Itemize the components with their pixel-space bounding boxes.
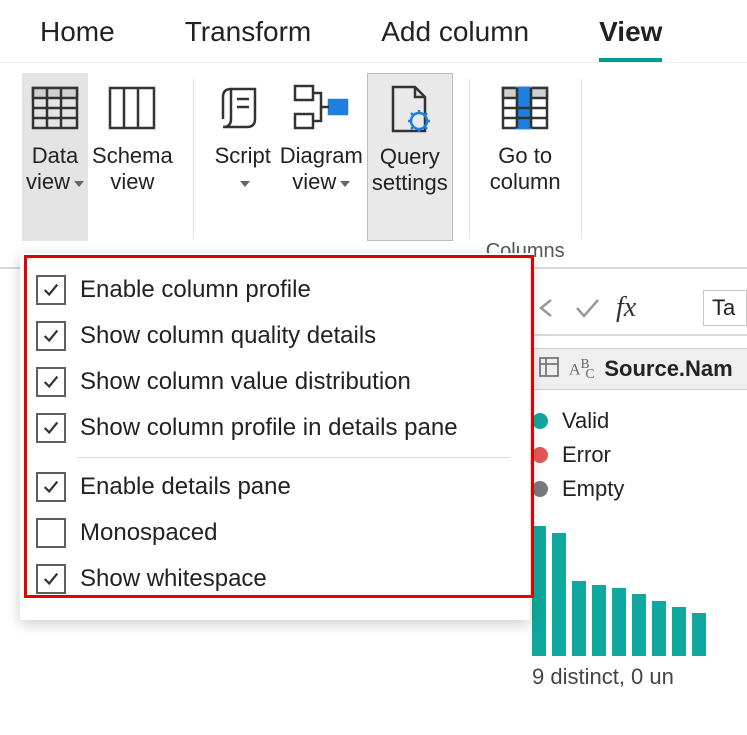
distribution-chart bbox=[532, 516, 747, 656]
chart-bar bbox=[652, 601, 666, 656]
chevron-down-icon bbox=[240, 181, 250, 187]
script-label: Script bbox=[215, 143, 271, 196]
opt-label: Show column profile in details pane bbox=[80, 414, 458, 442]
ribbon: Data view Schema view bbox=[0, 63, 747, 269]
opt-label: Show whitespace bbox=[80, 565, 267, 593]
query-settings-icon bbox=[381, 80, 439, 138]
column-name: Source.Nam bbox=[604, 356, 732, 382]
opt-enable-details-pane[interactable]: Enable details pane bbox=[30, 464, 520, 510]
table-icon bbox=[539, 357, 559, 382]
tab-bar: Home Transform Add column View bbox=[0, 0, 747, 63]
ribbon-group-script: Script Diagram view bbox=[204, 73, 459, 263]
chart-bar bbox=[572, 581, 586, 656]
chart-bar bbox=[692, 613, 706, 656]
diagram-view-icon bbox=[292, 79, 350, 137]
schema-view-label: Schema view bbox=[92, 143, 173, 196]
text-type-icon: ABC bbox=[569, 356, 594, 383]
opt-show-whitespace[interactable]: Show whitespace bbox=[30, 556, 520, 602]
checkbox-icon[interactable] bbox=[36, 472, 66, 502]
legend-empty: Empty bbox=[532, 476, 747, 502]
opt-label: Show column value distribution bbox=[80, 368, 411, 396]
opt-label: Show column quality details bbox=[80, 322, 376, 350]
ribbon-group-views: Data view Schema view bbox=[16, 73, 183, 263]
data-view-label: Data view bbox=[26, 143, 84, 196]
go-to-column-label: Go to column bbox=[490, 143, 561, 196]
checkbox-icon[interactable] bbox=[36, 518, 66, 548]
opt-enable-column-profile[interactable]: Enable column profile bbox=[30, 267, 520, 313]
checkbox-icon[interactable] bbox=[36, 413, 66, 443]
opt-monospaced[interactable]: Monospaced bbox=[30, 510, 520, 556]
checkbox-icon[interactable] bbox=[36, 321, 66, 351]
checkbox-icon[interactable] bbox=[36, 367, 66, 397]
checkbox-icon[interactable] bbox=[36, 564, 66, 594]
column-header[interactable]: ABC Source.Nam bbox=[532, 348, 747, 390]
fx-icon[interactable]: fx bbox=[616, 292, 636, 324]
tab-view[interactable]: View bbox=[599, 16, 662, 62]
chart-bar bbox=[592, 585, 606, 657]
dot-valid bbox=[532, 413, 548, 429]
opt-show-profile-pane[interactable]: Show column profile in details pane bbox=[30, 405, 520, 451]
chevron-down-icon bbox=[74, 181, 84, 187]
chart-bar bbox=[612, 588, 626, 656]
chart-bar bbox=[632, 594, 646, 656]
dropdown-separator bbox=[76, 457, 510, 458]
opt-label: Enable details pane bbox=[80, 473, 291, 501]
go-to-column-icon bbox=[496, 79, 554, 137]
ribbon-separator bbox=[193, 79, 194, 239]
dot-empty bbox=[532, 481, 548, 497]
schema-view-icon bbox=[103, 79, 161, 137]
legend-label: Empty bbox=[562, 476, 624, 502]
schema-view-button[interactable]: Schema view bbox=[88, 73, 177, 241]
confirm-icon[interactable] bbox=[572, 293, 602, 323]
diagram-view-label: Diagram view bbox=[280, 143, 363, 196]
quality-legend: Valid Error Empty bbox=[532, 408, 747, 502]
data-view-button[interactable]: Data view bbox=[22, 73, 88, 241]
opt-label: Monospaced bbox=[80, 519, 217, 547]
legend-label: Valid bbox=[562, 408, 609, 434]
opt-label: Enable column profile bbox=[80, 276, 311, 304]
preview-panel: fx Ta ABC Source.Nam Valid Error Empty 9… bbox=[532, 290, 747, 730]
tab-home[interactable]: Home bbox=[40, 16, 115, 62]
legend-label: Error bbox=[562, 442, 611, 468]
script-button[interactable]: Script bbox=[210, 73, 276, 241]
formula-toolbar: fx Ta bbox=[532, 290, 747, 336]
ribbon-separator bbox=[581, 79, 582, 239]
checkbox-icon[interactable] bbox=[36, 275, 66, 305]
data-view-icon bbox=[26, 79, 84, 137]
ribbon-group-columns: Go to column Columns bbox=[480, 73, 571, 263]
chart-bar bbox=[672, 607, 686, 656]
legend-error: Error bbox=[532, 442, 747, 468]
formula-bar[interactable]: Ta bbox=[703, 290, 747, 326]
ribbon-separator bbox=[469, 79, 470, 239]
diagram-view-button[interactable]: Diagram view bbox=[276, 73, 367, 241]
tab-add-column[interactable]: Add column bbox=[381, 16, 529, 62]
script-icon bbox=[214, 79, 272, 137]
dot-error bbox=[532, 447, 548, 463]
legend-valid: Valid bbox=[532, 408, 747, 434]
chart-bar bbox=[532, 526, 546, 656]
go-to-column-button[interactable]: Go to column bbox=[486, 73, 565, 238]
chart-bar bbox=[552, 533, 566, 657]
opt-show-quality[interactable]: Show column quality details bbox=[30, 313, 520, 359]
chevron-down-icon bbox=[340, 181, 350, 187]
query-settings-label: Query settings bbox=[372, 144, 448, 197]
query-settings-button[interactable]: Query settings bbox=[367, 73, 453, 241]
data-view-dropdown: Enable column profile Show column qualit… bbox=[20, 253, 530, 620]
opt-show-distribution[interactable]: Show column value distribution bbox=[30, 359, 520, 405]
tab-transform[interactable]: Transform bbox=[185, 16, 312, 62]
back-icon[interactable] bbox=[532, 293, 562, 323]
distribution-summary: 9 distinct, 0 un bbox=[532, 664, 747, 690]
